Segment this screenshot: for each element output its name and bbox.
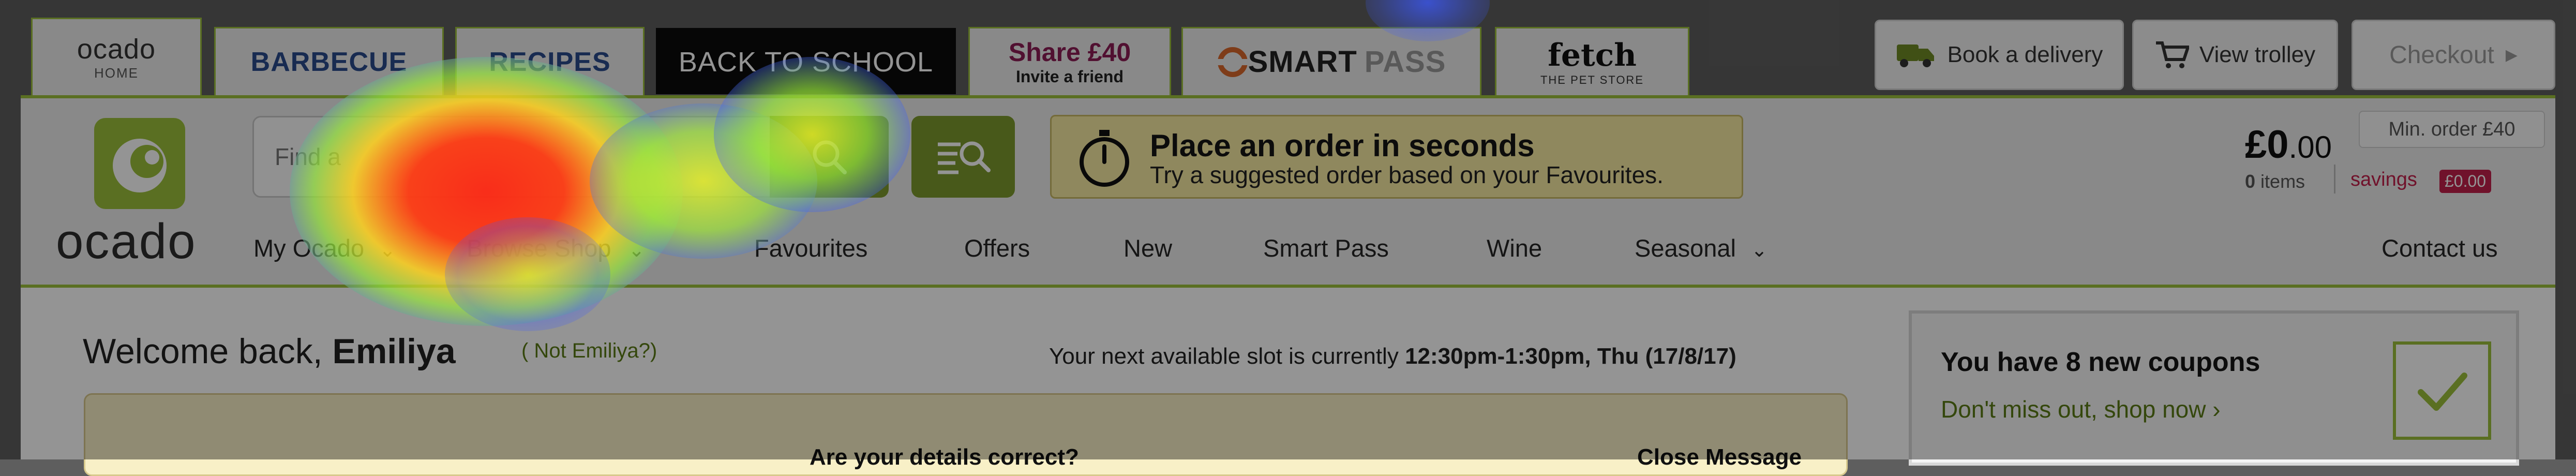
basket-price-main: £0 bbox=[2245, 123, 2289, 167]
ocado-wordmark: ocado bbox=[56, 214, 197, 269]
search-button[interactable] bbox=[770, 116, 889, 198]
tab-home-label: HOME bbox=[94, 65, 139, 81]
details-notice-text: Are your details correct? bbox=[810, 444, 1079, 470]
tab-back-to-school[interactable]: BACK TO SCHOOL bbox=[656, 28, 956, 94]
search-input[interactable]: Find a bbox=[252, 116, 821, 198]
not-user-link[interactable]: ( Not Emiliya?) bbox=[521, 339, 657, 363]
tab-fetch[interactable]: fetch THE PET STORE bbox=[1495, 27, 1689, 95]
view-trolley-button[interactable]: View trolley bbox=[2132, 20, 2338, 90]
welcome-heading: Welcome back, Emiliya bbox=[83, 331, 456, 371]
nav-offers[interactable]: Offers bbox=[964, 234, 1030, 262]
nav-contact-us[interactable]: Contact us bbox=[2382, 234, 2498, 262]
smartpass-smart: SMART bbox=[1248, 45, 1357, 79]
nav-browse-shop[interactable]: Browse Shop ⌄ bbox=[467, 234, 645, 262]
min-order-badge: Min. order £40 bbox=[2359, 111, 2545, 148]
chevron-down-icon: ⌄ bbox=[1751, 240, 1768, 261]
delivery-van-icon bbox=[1896, 44, 1934, 67]
tab-barbecue-label: BARBECUE bbox=[250, 47, 408, 77]
coupons-link[interactable]: Don't miss out, shop now › bbox=[1941, 395, 2221, 423]
slot-prefix: Your next available slot is currently bbox=[1049, 344, 1399, 369]
nav-seasonal-label: Seasonal bbox=[1635, 234, 1736, 262]
tab-smartpass[interactable]: SMART PASS bbox=[1181, 27, 1481, 95]
nav-browse-shop-label: Browse Shop bbox=[467, 234, 611, 262]
smartpass-logo-icon bbox=[1217, 47, 1248, 77]
basket-items: 0 items bbox=[2245, 171, 2305, 192]
chevron-down-icon: ⌄ bbox=[628, 240, 645, 261]
nav-smart-pass[interactable]: Smart Pass bbox=[1263, 234, 1389, 262]
nav-wine[interactable]: Wine bbox=[1487, 234, 1542, 262]
tab-home[interactable]: ocado HOME bbox=[31, 18, 202, 95]
tab-barbecue[interactable]: BARBECUE bbox=[214, 27, 444, 95]
tab-recipes[interactable]: RECIPES bbox=[455, 27, 645, 95]
tab-fetch-subtitle: THE PET STORE bbox=[1540, 73, 1644, 86]
basket-price-cents: .00 bbox=[2288, 130, 2332, 165]
close-message-link[interactable]: Close Message bbox=[1637, 444, 1802, 470]
view-trolley-label: View trolley bbox=[2199, 42, 2316, 67]
tab-share-subtitle: Invite a friend bbox=[1015, 67, 1124, 86]
savings-badge: £0.00 bbox=[2439, 170, 2492, 193]
tab-back-to-school-label: BACK TO SCHOOL bbox=[678, 46, 934, 78]
list-search-icon bbox=[938, 141, 991, 174]
smartpass-logo: SMART PASS bbox=[1217, 44, 1446, 79]
book-delivery-button[interactable]: Book a delivery bbox=[1875, 20, 2124, 90]
tab-home-wordmark: ocado bbox=[77, 34, 156, 65]
nav-favourites[interactable]: Favourites bbox=[754, 234, 867, 262]
book-delivery-label: Book a delivery bbox=[1947, 42, 2103, 67]
ocado-logo-icon bbox=[94, 118, 185, 209]
tab-share[interactable]: Share £40 Invite a friend bbox=[968, 27, 1171, 95]
checkout-label: Checkout bbox=[2389, 41, 2494, 69]
tab-fetch-title: fetch bbox=[1548, 37, 1637, 73]
smartpass-pass: PASS bbox=[1364, 45, 1446, 79]
suggested-order-title: Place an order in seconds bbox=[1150, 128, 1535, 163]
nav-my-ocado-label: My Ocado bbox=[253, 234, 365, 262]
basket-items-word: items bbox=[2260, 171, 2305, 192]
welcome-prefix: Welcome back, bbox=[83, 332, 323, 371]
basket-price[interactable]: £0.00 bbox=[2245, 122, 2332, 167]
details-notice: Are your details correct? Close Message bbox=[84, 393, 1848, 476]
nav-seasonal[interactable]: Seasonal ⌄ bbox=[1635, 234, 1768, 262]
slot-value: 12:30pm-1:30pm, Thu (17/8/17) bbox=[1405, 344, 1736, 369]
nav-new[interactable]: New bbox=[1124, 234, 1172, 262]
chevron-down-icon: ⌄ bbox=[379, 240, 396, 261]
chevron-right-icon: ▶ bbox=[2505, 46, 2518, 64]
delivery-slot-info: Your next available slot is currently 12… bbox=[1049, 344, 1736, 369]
coupon-check-icon bbox=[2393, 341, 2491, 440]
stopwatch-icon bbox=[1080, 130, 1129, 187]
tab-recipes-label: RECIPES bbox=[489, 47, 611, 77]
nav-my-ocado[interactable]: My Ocado ⌄ bbox=[253, 234, 396, 262]
suggested-order-banner[interactable]: Place an order in seconds Try a suggeste… bbox=[1050, 115, 1743, 199]
ocado-logo[interactable]: ocado bbox=[56, 118, 227, 273]
suggested-order-subtitle: Try a suggested order based on your Favo… bbox=[1150, 161, 1664, 188]
trolley-icon bbox=[2155, 41, 2189, 68]
welcome-name: Emiliya bbox=[332, 332, 456, 371]
coupons-title: You have 8 new coupons bbox=[1941, 347, 2260, 377]
savings-label: savings bbox=[2350, 169, 2417, 190]
shopping-list-search-button[interactable] bbox=[911, 116, 1015, 198]
search-placeholder: Find a bbox=[275, 143, 341, 170]
basket-divider bbox=[2334, 165, 2335, 194]
tab-share-title: Share £40 bbox=[1008, 38, 1131, 67]
checkout-button[interactable]: Checkout ▶ bbox=[2352, 20, 2555, 90]
coupons-panel[interactable]: You have 8 new coupons Don't miss out, s… bbox=[1909, 310, 2519, 466]
basket-items-count: 0 bbox=[2245, 171, 2256, 192]
search-icon bbox=[813, 140, 847, 174]
